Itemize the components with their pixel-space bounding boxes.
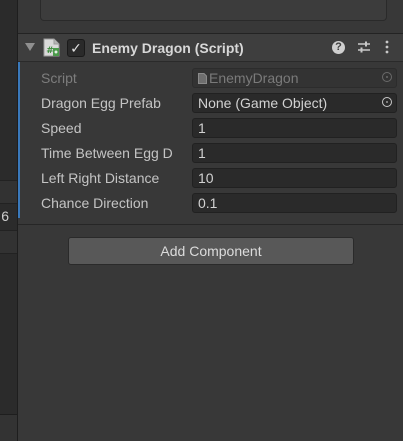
- component-header[interactable]: # ✓ Enemy Dragon (Script) ?: [18, 34, 403, 62]
- property-label-speed: Speed: [41, 120, 82, 136]
- object-picker-icon[interactable]: [382, 97, 392, 107]
- dragon-egg-prefab-value: None (Game Object): [198, 95, 328, 111]
- left-panel-row[interactable]: [0, 180, 17, 204]
- kebab-menu-icon[interactable]: [384, 40, 390, 54]
- component-bottom-divider: [18, 224, 403, 225]
- svg-text:#: #: [46, 46, 54, 56]
- script-object-field[interactable]: EnemyDragon: [192, 68, 397, 88]
- property-label-dragon-egg-prefab: Dragon Egg Prefab: [41, 95, 161, 111]
- time-between-egg-drops-field[interactable]: 1: [192, 143, 397, 163]
- left-panel-row[interactable]: [0, 230, 17, 254]
- component-accent-bar: [18, 62, 20, 218]
- help-icon[interactable]: ?: [332, 41, 345, 54]
- left-right-distance-field[interactable]: 10: [192, 168, 397, 188]
- script-file-icon: [198, 73, 207, 84]
- previous-component-panel: [40, 0, 387, 21]
- chance-direction-field[interactable]: 0.1: [192, 193, 397, 213]
- property-label-left-right-distance: Left Right Distance: [41, 170, 160, 186]
- left-panel-digit: 6: [1, 208, 9, 224]
- presets-sliders-icon[interactable]: [357, 40, 371, 54]
- script-field-value: EnemyDragon: [209, 70, 299, 86]
- csharp-script-icon: #: [43, 38, 60, 57]
- component-title: Enemy Dragon (Script): [92, 40, 244, 56]
- object-picker-icon[interactable]: [382, 72, 392, 82]
- left-panel-bottom: [0, 414, 17, 441]
- component-enabled-checkbox[interactable]: ✓: [67, 39, 85, 57]
- dragon-egg-prefab-field[interactable]: None (Game Object): [192, 93, 397, 113]
- speed-field[interactable]: 1: [192, 118, 397, 138]
- left-panel-strip: 6: [0, 0, 18, 441]
- inspector-panel: # ✓ Enemy Dragon (Script) ? Script Enemy…: [18, 0, 403, 441]
- property-label-chance-direction: Chance Direction: [41, 195, 149, 211]
- add-component-button[interactable]: Add Component: [68, 237, 354, 265]
- property-label-time-between-egg-drops: Time Between Egg D: [41, 145, 173, 161]
- property-label-script: Script: [41, 70, 77, 86]
- triangle-down-icon[interactable]: [25, 43, 35, 51]
